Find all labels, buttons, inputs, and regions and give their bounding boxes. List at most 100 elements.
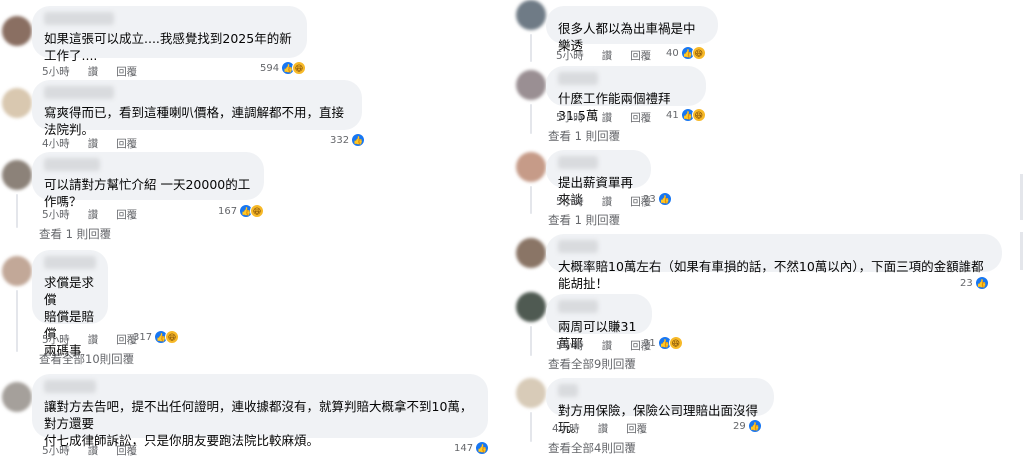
reply-button[interactable]: 回覆: [116, 443, 137, 458]
view-replies-link[interactable]: 查看 1 則回覆: [548, 212, 620, 228]
reaction-count: 29: [733, 420, 746, 432]
reaction-summary[interactable]: 332 👍: [330, 133, 366, 147]
commenter-name[interactable]: [558, 240, 598, 253]
comment-text: 大概率賠10萬左右（如果有車損的話，不然10萬以內），下面三項的金額誰都能胡扯！: [558, 259, 984, 291]
reaction-summary[interactable]: 147 👍: [454, 441, 490, 455]
like-button[interactable]: 讚: [598, 421, 609, 436]
haha-reaction-icon: 😆: [165, 330, 180, 344]
commenter-name[interactable]: [44, 158, 100, 171]
reaction-summary[interactable]: 167 👍 😆: [218, 204, 265, 218]
comment-actions: 5小時 讚 回覆: [556, 110, 651, 125]
comment-actions: 5小時 讚 回覆: [556, 48, 651, 63]
commenter-name[interactable]: [558, 72, 598, 85]
avatar[interactable]: [516, 238, 546, 268]
like-button[interactable]: 讚: [88, 443, 99, 458]
reaction-count: 167: [218, 205, 238, 217]
comment-column-left: 如果這張可以成立....我感覺找到2025年的新工作了.... 5小時 讚 回覆…: [0, 0, 505, 459]
commenter-name[interactable]: [44, 12, 114, 25]
timestamp[interactable]: 4小時: [552, 421, 580, 436]
commenter-name[interactable]: [558, 156, 598, 169]
like-button[interactable]: 讚: [88, 207, 99, 222]
reply-button[interactable]: 回覆: [116, 64, 137, 79]
like-reaction-icon: 👍: [974, 276, 989, 290]
thread-line: [16, 194, 18, 228]
reply-button[interactable]: 回覆: [626, 421, 647, 436]
avatar[interactable]: [2, 160, 32, 190]
like-reaction-icon: 👍: [351, 133, 366, 147]
comment-actions: 5小時 讚 回覆: [42, 443, 137, 458]
reaction-count: 23: [960, 277, 973, 289]
haha-reaction-icon: 😆: [691, 46, 706, 60]
like-button[interactable]: 讚: [602, 48, 613, 63]
avatar[interactable]: [516, 292, 546, 322]
like-reaction-icon: 👍: [475, 441, 490, 455]
commenter-name[interactable]: [558, 384, 578, 397]
comment-actions: 5小時 讚 回覆: [556, 338, 651, 353]
timestamp[interactable]: 5小時: [556, 48, 584, 63]
comment-text: 如果這張可以成立....我感覺找到2025年的新工作了....: [44, 31, 292, 63]
timestamp[interactable]: 5小時: [556, 338, 584, 353]
avatar[interactable]: [2, 88, 32, 118]
like-button[interactable]: 讚: [602, 338, 613, 353]
comment-bubble: 如果這張可以成立....我感覺找到2025年的新工作了....: [32, 6, 307, 63]
reaction-summary[interactable]: 41 👍 😆: [666, 108, 706, 122]
like-button[interactable]: 讚: [602, 194, 613, 209]
comment-bubble: 求償是求償 賠償是賠償 兩碼事: [32, 250, 108, 358]
reaction-summary[interactable]: 317 👍 😆: [133, 330, 180, 344]
reaction-summary[interactable]: 23 👍: [643, 192, 672, 206]
reaction-count: 23: [643, 193, 656, 205]
timestamp[interactable]: 5小時: [42, 332, 70, 347]
like-button[interactable]: 讚: [88, 136, 99, 151]
reply-button[interactable]: 回覆: [116, 136, 137, 151]
comment-actions: 4小時 讚 回覆: [552, 421, 647, 436]
avatar[interactable]: [2, 16, 32, 46]
view-replies-link[interactable]: 查看全部4則回覆: [548, 440, 636, 456]
view-replies-link[interactable]: 查看全部9則回覆: [548, 356, 636, 372]
timestamp[interactable]: 5小時: [42, 64, 70, 79]
reaction-count: 31: [643, 337, 656, 349]
avatar[interactable]: [2, 382, 32, 412]
reaction-summary[interactable]: 594 👍 😆: [260, 61, 307, 75]
commenter-name[interactable]: [44, 380, 96, 393]
comment-bubble: 兩周可以賺31萬耶: [546, 294, 652, 351]
commenter-name[interactable]: [44, 86, 114, 99]
scroll-artifact: [1020, 174, 1023, 220]
thread-line: [530, 186, 532, 214]
comment-bubble: 什麼工作能兩個禮拜31.5萬: [546, 66, 706, 123]
view-replies-link[interactable]: 查看全部10則回覆: [39, 351, 134, 367]
reaction-count: 332: [330, 134, 350, 146]
avatar[interactable]: [516, 70, 546, 100]
timestamp[interactable]: 5小時: [42, 207, 70, 222]
commenter-name[interactable]: [44, 256, 96, 269]
timestamp[interactable]: 5小時: [556, 110, 584, 125]
reply-button[interactable]: 回覆: [630, 48, 651, 63]
reply-button[interactable]: 回覆: [630, 110, 651, 125]
reaction-summary[interactable]: 23 👍: [960, 276, 989, 290]
comment-text: 寫爽得而已，看到這種喇叭價格，連調解都不用，直接法院判。: [44, 105, 345, 137]
reaction-summary[interactable]: 40 👍 😆: [666, 46, 706, 60]
haha-reaction-icon: 😆: [250, 204, 265, 218]
comment-bubble: 對方用保險，保險公司理賠出面沒得玩。: [546, 378, 774, 435]
like-button[interactable]: 讚: [88, 64, 99, 79]
view-replies-link[interactable]: 查看 1 則回覆: [548, 128, 620, 144]
reaction-summary[interactable]: 29 👍: [733, 419, 762, 433]
timestamp[interactable]: 4小時: [42, 136, 70, 151]
reaction-count: 40: [666, 47, 679, 59]
view-replies-link[interactable]: 查看 1 則回覆: [39, 226, 111, 242]
comment-actions: 5小時 讚 回覆: [42, 332, 137, 347]
avatar[interactable]: [516, 0, 546, 30]
avatar[interactable]: [516, 152, 546, 182]
comment-actions: 5小時 讚 回覆: [42, 207, 137, 222]
reply-button[interactable]: 回覆: [116, 207, 137, 222]
like-reaction-icon: 👍: [657, 192, 672, 206]
commenter-name[interactable]: [558, 300, 598, 313]
avatar[interactable]: [516, 378, 546, 408]
reaction-summary[interactable]: 31 👍 😆: [643, 336, 683, 350]
like-button[interactable]: 讚: [602, 110, 613, 125]
comment-bubble: 可以請對方幫忙介紹 一天20000的工作嗎？: [32, 152, 264, 209]
timestamp[interactable]: 5小時: [42, 443, 70, 458]
timestamp[interactable]: 5小時: [556, 194, 584, 209]
reaction-count: 317: [133, 331, 153, 343]
avatar[interactable]: [2, 256, 32, 286]
like-button[interactable]: 讚: [88, 332, 99, 347]
